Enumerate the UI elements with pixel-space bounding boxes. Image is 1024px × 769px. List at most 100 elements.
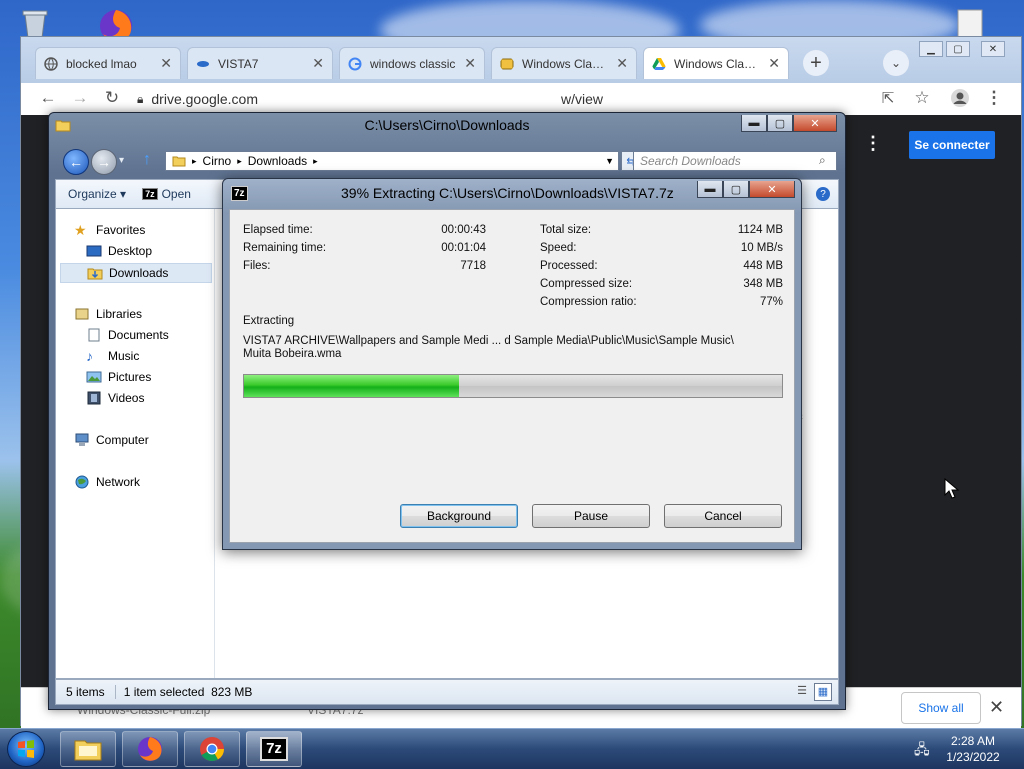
pause-button[interactable]: Pause — [532, 504, 650, 528]
breadcrumb-item[interactable]: Downloads — [248, 154, 307, 168]
libraries-icon — [75, 308, 89, 320]
more-options-icon[interactable]: ⋮ — [864, 133, 882, 154]
nav-desktop[interactable]: Desktop — [86, 244, 152, 258]
organize-button[interactable]: Organize ▾ — [68, 187, 126, 201]
recycle-bin-icon[interactable] — [18, 6, 52, 40]
compressed-size-value: 348 MB — [743, 278, 783, 290]
music-icon: ♪ — [86, 348, 93, 364]
tab-search-button[interactable]: ⌄ — [883, 50, 909, 76]
taskbar-7zip-button[interactable]: 7z — [246, 731, 302, 767]
chrome-tab-2[interactable]: VISTA7 ✕ — [187, 47, 333, 79]
selection-summary: 1 item selected 823 MB — [114, 685, 252, 699]
start-button[interactable] — [7, 731, 45, 767]
chrome-menu-icon[interactable]: ⋮ — [983, 87, 1005, 109]
processed-value: 448 MB — [743, 260, 783, 272]
sign-in-button[interactable]: Se connecter — [909, 131, 995, 159]
open-button[interactable]: 7z Open — [142, 187, 191, 201]
show-all-downloads-button[interactable]: Show all — [901, 692, 981, 724]
files-value: 7718 — [460, 260, 486, 272]
chrome-tab-3[interactable]: windows classic ✕ — [339, 47, 485, 79]
nav-downloads[interactable]: Downloads — [60, 263, 212, 283]
dialog-close-button[interactable]: ✕ — [749, 181, 795, 198]
explorer-title: C:\Users\Cirno\Downloads — [364, 117, 530, 133]
address-bar[interactable]: 🔒︎ drive.google.com w/view — [137, 88, 857, 110]
chrome-close-button[interactable]: ✕ — [981, 41, 1005, 57]
new-tab-button[interactable]: + — [803, 50, 829, 76]
share-icon[interactable]: ⇱ — [877, 87, 899, 109]
clock-time: 2:28 AM — [950, 734, 996, 748]
profile-avatar-icon[interactable] — [949, 87, 971, 109]
breadcrumb-item[interactable]: Cirno — [203, 154, 232, 168]
nav-documents[interactable]: Documents — [86, 328, 169, 342]
tab-close-icon[interactable]: ✕ — [768, 55, 780, 72]
star-icon: ★ — [74, 222, 87, 238]
operation-status: Extracting — [243, 315, 295, 327]
background-button[interactable]: Background — [400, 504, 518, 528]
explorer-back-button[interactable]: ← — [63, 149, 89, 175]
tab-title: Windows Classic — [674, 56, 761, 71]
chrome-tab-4[interactable]: Windows Classic ✕ — [491, 47, 637, 79]
explorer-close-button[interactable]: ✕ — [793, 115, 837, 132]
total-size-label: Total size: — [540, 224, 592, 236]
breadcrumb-chevron-icon: ▸ — [237, 155, 242, 166]
back-arrow-icon[interactable]: ← — [37, 87, 59, 109]
search-input[interactable]: Search Downloads — [633, 151, 837, 171]
taskbar-firefox-button[interactable] — [122, 731, 178, 767]
close-download-bar-icon[interactable]: ✕ — [989, 697, 1004, 718]
nav-pictures[interactable]: Pictures — [86, 370, 151, 384]
tab-close-icon[interactable]: ✕ — [464, 55, 476, 72]
chrome-maximize-button[interactable]: ▢ — [946, 41, 970, 57]
explorer-forward-button[interactable]: → — [91, 149, 117, 175]
nav-libraries[interactable]: Libraries — [74, 307, 142, 321]
reload-icon[interactable]: ↻ — [101, 87, 123, 109]
network-tray-icon[interactable]: 🖧︎ — [914, 739, 930, 763]
forward-arrow-icon[interactable]: → — [69, 87, 91, 109]
compression-ratio-value: 77% — [759, 296, 783, 308]
explorer-minimize-button[interactable]: ▬ — [741, 115, 767, 132]
dialog-minimize-button[interactable]: ▬ — [697, 181, 723, 198]
google-icon — [348, 57, 362, 70]
7zip-icon: 7z — [231, 186, 248, 201]
tab-close-icon[interactable]: ✕ — [160, 55, 172, 72]
address-dropdown-icon[interactable]: ▼ — [605, 156, 614, 166]
taskbar-chrome-button[interactable] — [184, 731, 240, 767]
taskbar-explorer-button[interactable] — [60, 731, 116, 767]
search-icon: ⌕ — [819, 153, 826, 167]
navigation-pane: ★ Favorites Desktop Downloads Libraries … — [56, 209, 215, 678]
explorer-maximize-button[interactable]: ▢ — [767, 115, 793, 132]
recent-pages-chevron-icon[interactable]: ▾ — [119, 155, 124, 166]
chrome-tab-1[interactable]: blocked lmao ✕ — [35, 47, 181, 79]
url-text: drive.google.com — [151, 91, 259, 107]
large-icons-view-icon[interactable]: ▦ — [814, 683, 832, 701]
tab-title: windows classic — [370, 56, 456, 71]
chrome-minimize-button[interactable]: ▁ — [919, 41, 943, 57]
nav-favorites[interactable]: ★ Favorites — [74, 223, 145, 237]
chrome-tab-5[interactable]: Windows Classic ✕ — [643, 47, 789, 79]
up-arrow-icon[interactable]: ↑ — [143, 151, 151, 169]
nav-computer[interactable]: Computer — [74, 433, 149, 447]
dialog-maximize-button[interactable]: ▢ — [723, 181, 749, 198]
nav-videos[interactable]: Videos — [86, 391, 144, 405]
nav-network[interactable]: Network — [74, 475, 140, 489]
firefox-icon — [138, 737, 162, 761]
url-text-tail: w/view — [561, 91, 604, 107]
tab-close-icon[interactable]: ✕ — [312, 55, 324, 72]
details-view-icon[interactable]: ☰ — [794, 683, 810, 699]
cancel-button[interactable]: Cancel — [664, 504, 782, 528]
tray-clock[interactable]: 2:28 AM 1/23/2022 — [944, 733, 1002, 765]
nav-music[interactable]: ♪ Music — [86, 349, 139, 363]
extraction-progress-bar — [243, 374, 783, 398]
processed-label: Processed: — [540, 260, 598, 272]
folder-icon — [172, 156, 186, 167]
tab-close-icon[interactable]: ✕ — [616, 55, 628, 72]
help-icon[interactable]: ? — [816, 187, 830, 201]
pictures-icon — [86, 371, 102, 383]
forward-arrow-icon: → — [97, 154, 111, 170]
speed-label: Speed: — [540, 242, 577, 254]
breadcrumb[interactable]: ▸ Cirno ▸ Downloads ▸ ▼ — [165, 151, 619, 171]
lock-icon: 🔒︎ — [137, 91, 144, 106]
compression-ratio-label: Compression ratio: — [540, 296, 637, 308]
network-icon — [75, 475, 89, 489]
chevron-down-icon: ⌄ — [890, 56, 902, 70]
bookmark-star-icon[interactable]: ☆ — [911, 87, 933, 109]
